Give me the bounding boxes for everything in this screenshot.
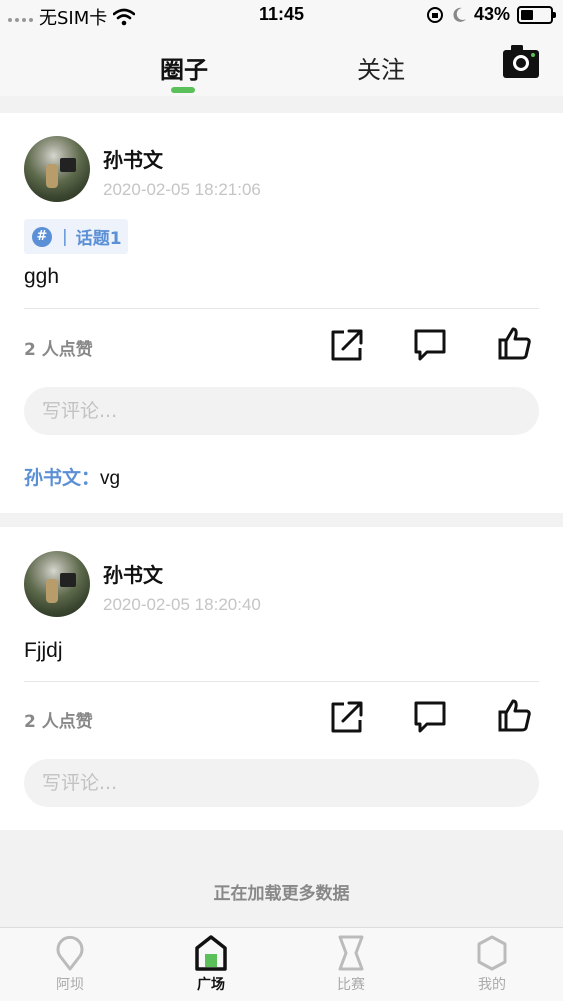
post-time: 2020-02-05 18:21:06 — [103, 180, 261, 199]
battery-icon — [517, 5, 556, 24]
loading-more-text: 正在加载更多数据 — [213, 884, 350, 904]
like-count: 2 人点赞 — [24, 340, 93, 360]
hashtag-icon: # — [32, 226, 52, 247]
comment-input[interactable] — [24, 387, 539, 435]
bottom-tab-square[interactable]: 广场 — [171, 934, 251, 994]
status-bar: 无SIM卡 11:45 43% — [0, 0, 563, 32]
share-icon[interactable] — [330, 328, 364, 362]
bottom-tab-label: 广场 — [197, 977, 225, 993]
post-time: 2020-02-05 18:20:40 — [103, 595, 261, 614]
camera-icon[interactable] — [503, 44, 539, 78]
bottom-tab-mine[interactable]: 我的 — [452, 934, 532, 994]
bottom-tab-bar: 阿坝 广场 比赛 我的 — [0, 927, 563, 1001]
home-icon — [195, 935, 227, 971]
post-content: ggh — [24, 265, 60, 288]
divider — [24, 308, 539, 309]
top-nav: 圈子 关注 — [0, 32, 563, 96]
divider — [24, 681, 539, 682]
trophy-icon — [338, 935, 364, 971]
moon-icon — [453, 7, 466, 22]
comment-icon[interactable] — [413, 328, 447, 362]
thumbs-up-icon[interactable] — [498, 698, 532, 732]
bottom-tab-aba[interactable]: 阿坝 — [30, 934, 110, 994]
battery-percent: 43% — [473, 4, 510, 24]
bottom-tab-label: 比赛 — [337, 977, 365, 993]
location-pin-icon — [56, 935, 84, 971]
topic-label: 话题1 — [75, 229, 122, 249]
comment-item: 孙书文：vg — [24, 463, 120, 490]
bottom-tab-label: 我的 — [478, 977, 506, 993]
comment-text: vg — [100, 468, 121, 489]
comment-input[interactable] — [24, 759, 539, 807]
battery-fill — [521, 9, 533, 20]
post-author[interactable]: 孙书文 — [103, 144, 163, 173]
profile-icon — [477, 935, 507, 971]
post-content: Fjjdj — [24, 639, 63, 662]
avatar[interactable] — [24, 551, 90, 617]
tab-circle[interactable]: 圈子 — [160, 50, 208, 85]
tab-follow[interactable]: 关注 — [357, 50, 405, 85]
comment-icon[interactable] — [413, 700, 447, 734]
orientation-lock-icon — [426, 6, 443, 23]
post-card: 孙书文 2020-02-05 18:21:06 # | 话题1 ggh 2 人点… — [0, 113, 563, 513]
thumbs-up-icon[interactable] — [498, 326, 532, 360]
post-author[interactable]: 孙书文 — [103, 559, 163, 588]
post-card: 孙书文 2020-02-05 18:20:40 Fjjdj 2 人点赞 — [0, 527, 563, 830]
active-tab-indicator — [171, 87, 195, 93]
bottom-tab-match[interactable]: 比赛 — [311, 934, 391, 994]
like-count: 2 人点赞 — [24, 712, 93, 732]
share-icon[interactable] — [330, 700, 364, 734]
avatar[interactable] — [24, 136, 90, 202]
bottom-tab-label: 阿坝 — [56, 977, 84, 993]
comment-author[interactable]: 孙书文： — [24, 467, 100, 489]
topic-tag[interactable]: # | 话题1 — [24, 219, 128, 254]
